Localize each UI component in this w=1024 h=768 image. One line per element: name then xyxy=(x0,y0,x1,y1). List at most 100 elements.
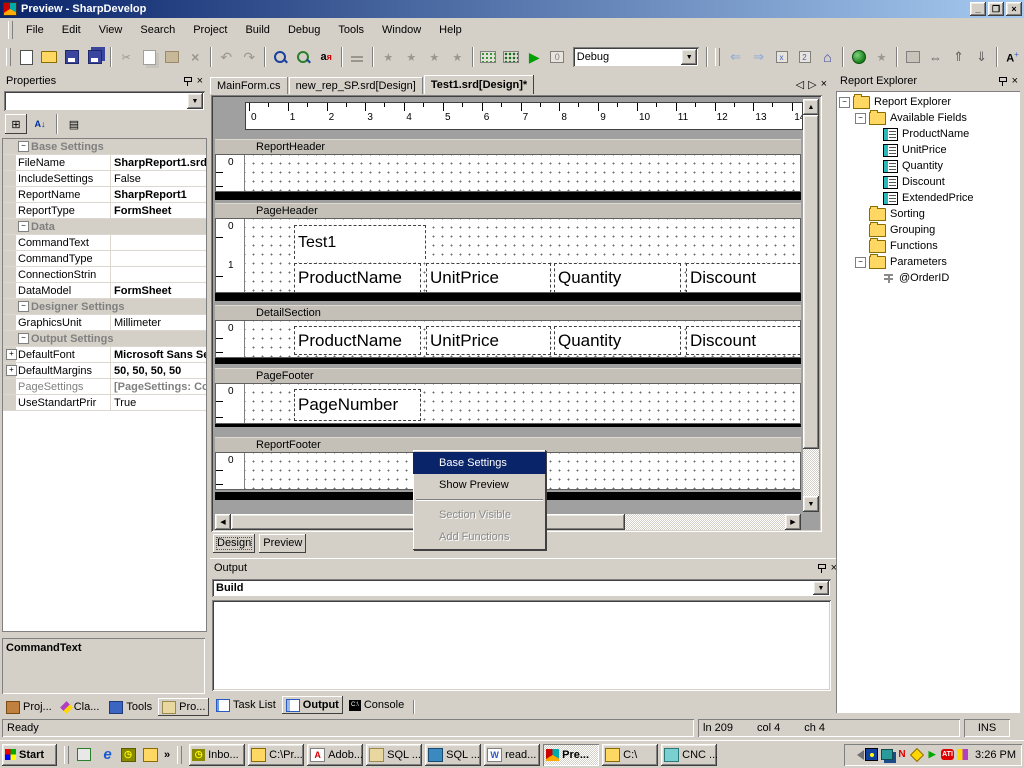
property-row[interactable]: FileNameSharpReport1.srd xyxy=(3,155,206,171)
tree-node-field[interactable]: ProductName xyxy=(839,126,1020,142)
network-icon[interactable] xyxy=(881,749,893,760)
forward-button[interactable]: ⇒ xyxy=(747,46,770,68)
report-item-productname-detail[interactable]: ProductName xyxy=(294,326,421,355)
tab-output[interactable]: Output xyxy=(282,696,343,714)
quicklaunch-ie[interactable]: e xyxy=(98,745,117,764)
start-button[interactable]: Start xyxy=(2,744,57,766)
menu-grip[interactable] xyxy=(8,21,13,39)
tree-node-field[interactable]: Discount xyxy=(839,174,1020,190)
menu-help[interactable]: Help xyxy=(430,21,471,39)
replace-button[interactable]: aя xyxy=(315,46,338,68)
output-text-area[interactable] xyxy=(212,600,831,691)
property-row[interactable]: DataModelFormSheet xyxy=(3,283,206,299)
task-preview-active[interactable]: Pre... xyxy=(543,744,599,766)
tab-properties[interactable]: Pro... xyxy=(158,698,209,716)
tab-preview[interactable]: Preview xyxy=(259,534,306,553)
property-row[interactable]: CommandType xyxy=(3,251,206,267)
play-agent-icon[interactable]: ▶ xyxy=(926,749,938,761)
task-sql-1[interactable]: SQL ... xyxy=(366,744,422,766)
open-file-button[interactable] xyxy=(38,46,61,68)
compile-button[interactable] xyxy=(477,46,500,68)
task-readme[interactable]: Wread... xyxy=(484,744,540,766)
section-caption-reportheader[interactable]: ReportHeader xyxy=(215,139,801,154)
tab-test1[interactable]: Test1.srd[Design]* xyxy=(424,75,534,94)
minimize-button[interactable]: _ xyxy=(970,2,986,16)
ati-icon[interactable]: ATI xyxy=(941,749,954,760)
property-category[interactable]: −Data xyxy=(3,219,206,235)
undo-button[interactable]: ↶ xyxy=(215,46,238,68)
section-caption-pagefooter[interactable]: PageFooter xyxy=(215,368,801,383)
report-item-unitprice-detail[interactable]: UnitPrice xyxy=(426,326,551,355)
prev-bookmark-button[interactable]: ★ xyxy=(400,46,423,68)
property-category[interactable]: −Output Settings xyxy=(3,331,206,347)
toolbar-grip2[interactable] xyxy=(715,48,720,66)
tree-node-sorting[interactable]: Sorting xyxy=(839,206,1020,222)
property-row[interactable]: PageSettings[PageSettings: Col xyxy=(3,379,206,395)
tab-classes[interactable]: Cla... xyxy=(58,698,104,716)
property-row[interactable]: +DefaultMargins50, 50, 50, 50 xyxy=(3,363,206,379)
pin-icon[interactable] xyxy=(182,75,194,87)
menu-item-show-preview[interactable]: Show Preview xyxy=(413,474,546,496)
delete-button[interactable]: × xyxy=(184,46,207,68)
find-button[interactable] xyxy=(269,46,292,68)
report-item-title[interactable]: Test1 xyxy=(294,225,426,259)
section-body-pagefooter[interactable]: 0 PageNumber xyxy=(215,383,801,424)
report-item-discount[interactable]: Discount xyxy=(686,263,801,293)
collapse-icon[interactable]: − xyxy=(855,113,866,124)
pin-icon[interactable] xyxy=(816,562,828,574)
close-icon[interactable]: × xyxy=(197,76,203,86)
section-divider[interactable] xyxy=(215,424,801,427)
report-item-pagenumber[interactable]: PageNumber xyxy=(294,389,421,421)
volume-icon[interactable] xyxy=(850,749,862,761)
save-all-button[interactable] xyxy=(84,46,107,68)
section-caption-pageheader[interactable]: PageHeader xyxy=(215,203,801,218)
property-row[interactable]: ReportTypeFormSheet xyxy=(3,203,206,219)
task-sql-2[interactable]: SQL ... xyxy=(425,744,481,766)
menu-tools[interactable]: Tools xyxy=(329,21,373,39)
pin-icon[interactable] xyxy=(997,75,1009,87)
scroll-left-icon[interactable]: ◀ xyxy=(215,514,231,530)
property-row[interactable]: IncludeSettingsFalse xyxy=(3,171,206,187)
tree-node-grouping[interactable]: Grouping xyxy=(839,222,1020,238)
hscroll-track[interactable] xyxy=(625,514,785,530)
tree-node-parameters[interactable]: −Parameters xyxy=(839,254,1020,270)
expand-icon[interactable]: + xyxy=(6,349,17,360)
browser-refresh-button[interactable]: 2 xyxy=(793,46,816,68)
section-divider[interactable] xyxy=(215,358,801,364)
tab-mainform[interactable]: MainForm.cs xyxy=(210,77,288,94)
web-search-button[interactable] xyxy=(847,46,870,68)
scroll-up-icon[interactable]: ▲ xyxy=(803,99,819,115)
menu-item-base-settings[interactable]: Base Settings xyxy=(413,452,546,474)
menu-project[interactable]: Project xyxy=(184,21,236,39)
property-category[interactable]: −Designer Settings xyxy=(3,299,206,315)
run-button[interactable]: ▶ xyxy=(523,46,546,68)
tab-scroll-right-icon[interactable]: ▷ xyxy=(808,78,816,91)
new-window-button[interactable] xyxy=(901,46,924,68)
task-inbox[interactable]: ◷Inbo... xyxy=(189,744,245,766)
property-pages-button[interactable]: ▤ xyxy=(63,114,85,134)
quicklaunch-clock[interactable]: ◷ xyxy=(120,745,139,764)
misc-tray-icon[interactable] xyxy=(957,749,968,760)
menu-window[interactable]: Window xyxy=(373,21,430,39)
paste-button[interactable] xyxy=(161,46,184,68)
move-up-button[interactable]: ⇑ xyxy=(947,46,970,68)
find-in-files-button[interactable] xyxy=(292,46,315,68)
tab-task-list[interactable]: Task List xyxy=(212,696,280,714)
tab-projects[interactable]: Proj... xyxy=(2,698,56,716)
collapse-icon[interactable]: − xyxy=(855,257,866,268)
expand-icon[interactable]: + xyxy=(6,365,17,376)
section-divider[interactable] xyxy=(215,293,801,301)
menu-edit[interactable]: Edit xyxy=(53,21,90,39)
task-cnc[interactable]: CNC ... xyxy=(661,744,717,766)
collapse-icon[interactable]: − xyxy=(18,333,29,344)
chevron-down-icon[interactable] xyxy=(187,93,203,109)
menu-debug[interactable]: Debug xyxy=(279,21,329,39)
section-body-detailsection[interactable]: 0 ProductName UnitPrice Quantity Discoun… xyxy=(215,320,801,358)
tree-node-field[interactable]: ExtendedPrice xyxy=(839,190,1020,206)
section-divider[interactable] xyxy=(215,192,801,200)
report-item-unitprice[interactable]: UnitPrice xyxy=(426,263,551,293)
section-body-reportheader[interactable]: 0 xyxy=(215,154,801,192)
tab-tools[interactable]: Tools xyxy=(105,698,156,716)
next-bookmark-button[interactable]: ★ xyxy=(423,46,446,68)
favorites-button[interactable]: ★ xyxy=(870,46,893,68)
